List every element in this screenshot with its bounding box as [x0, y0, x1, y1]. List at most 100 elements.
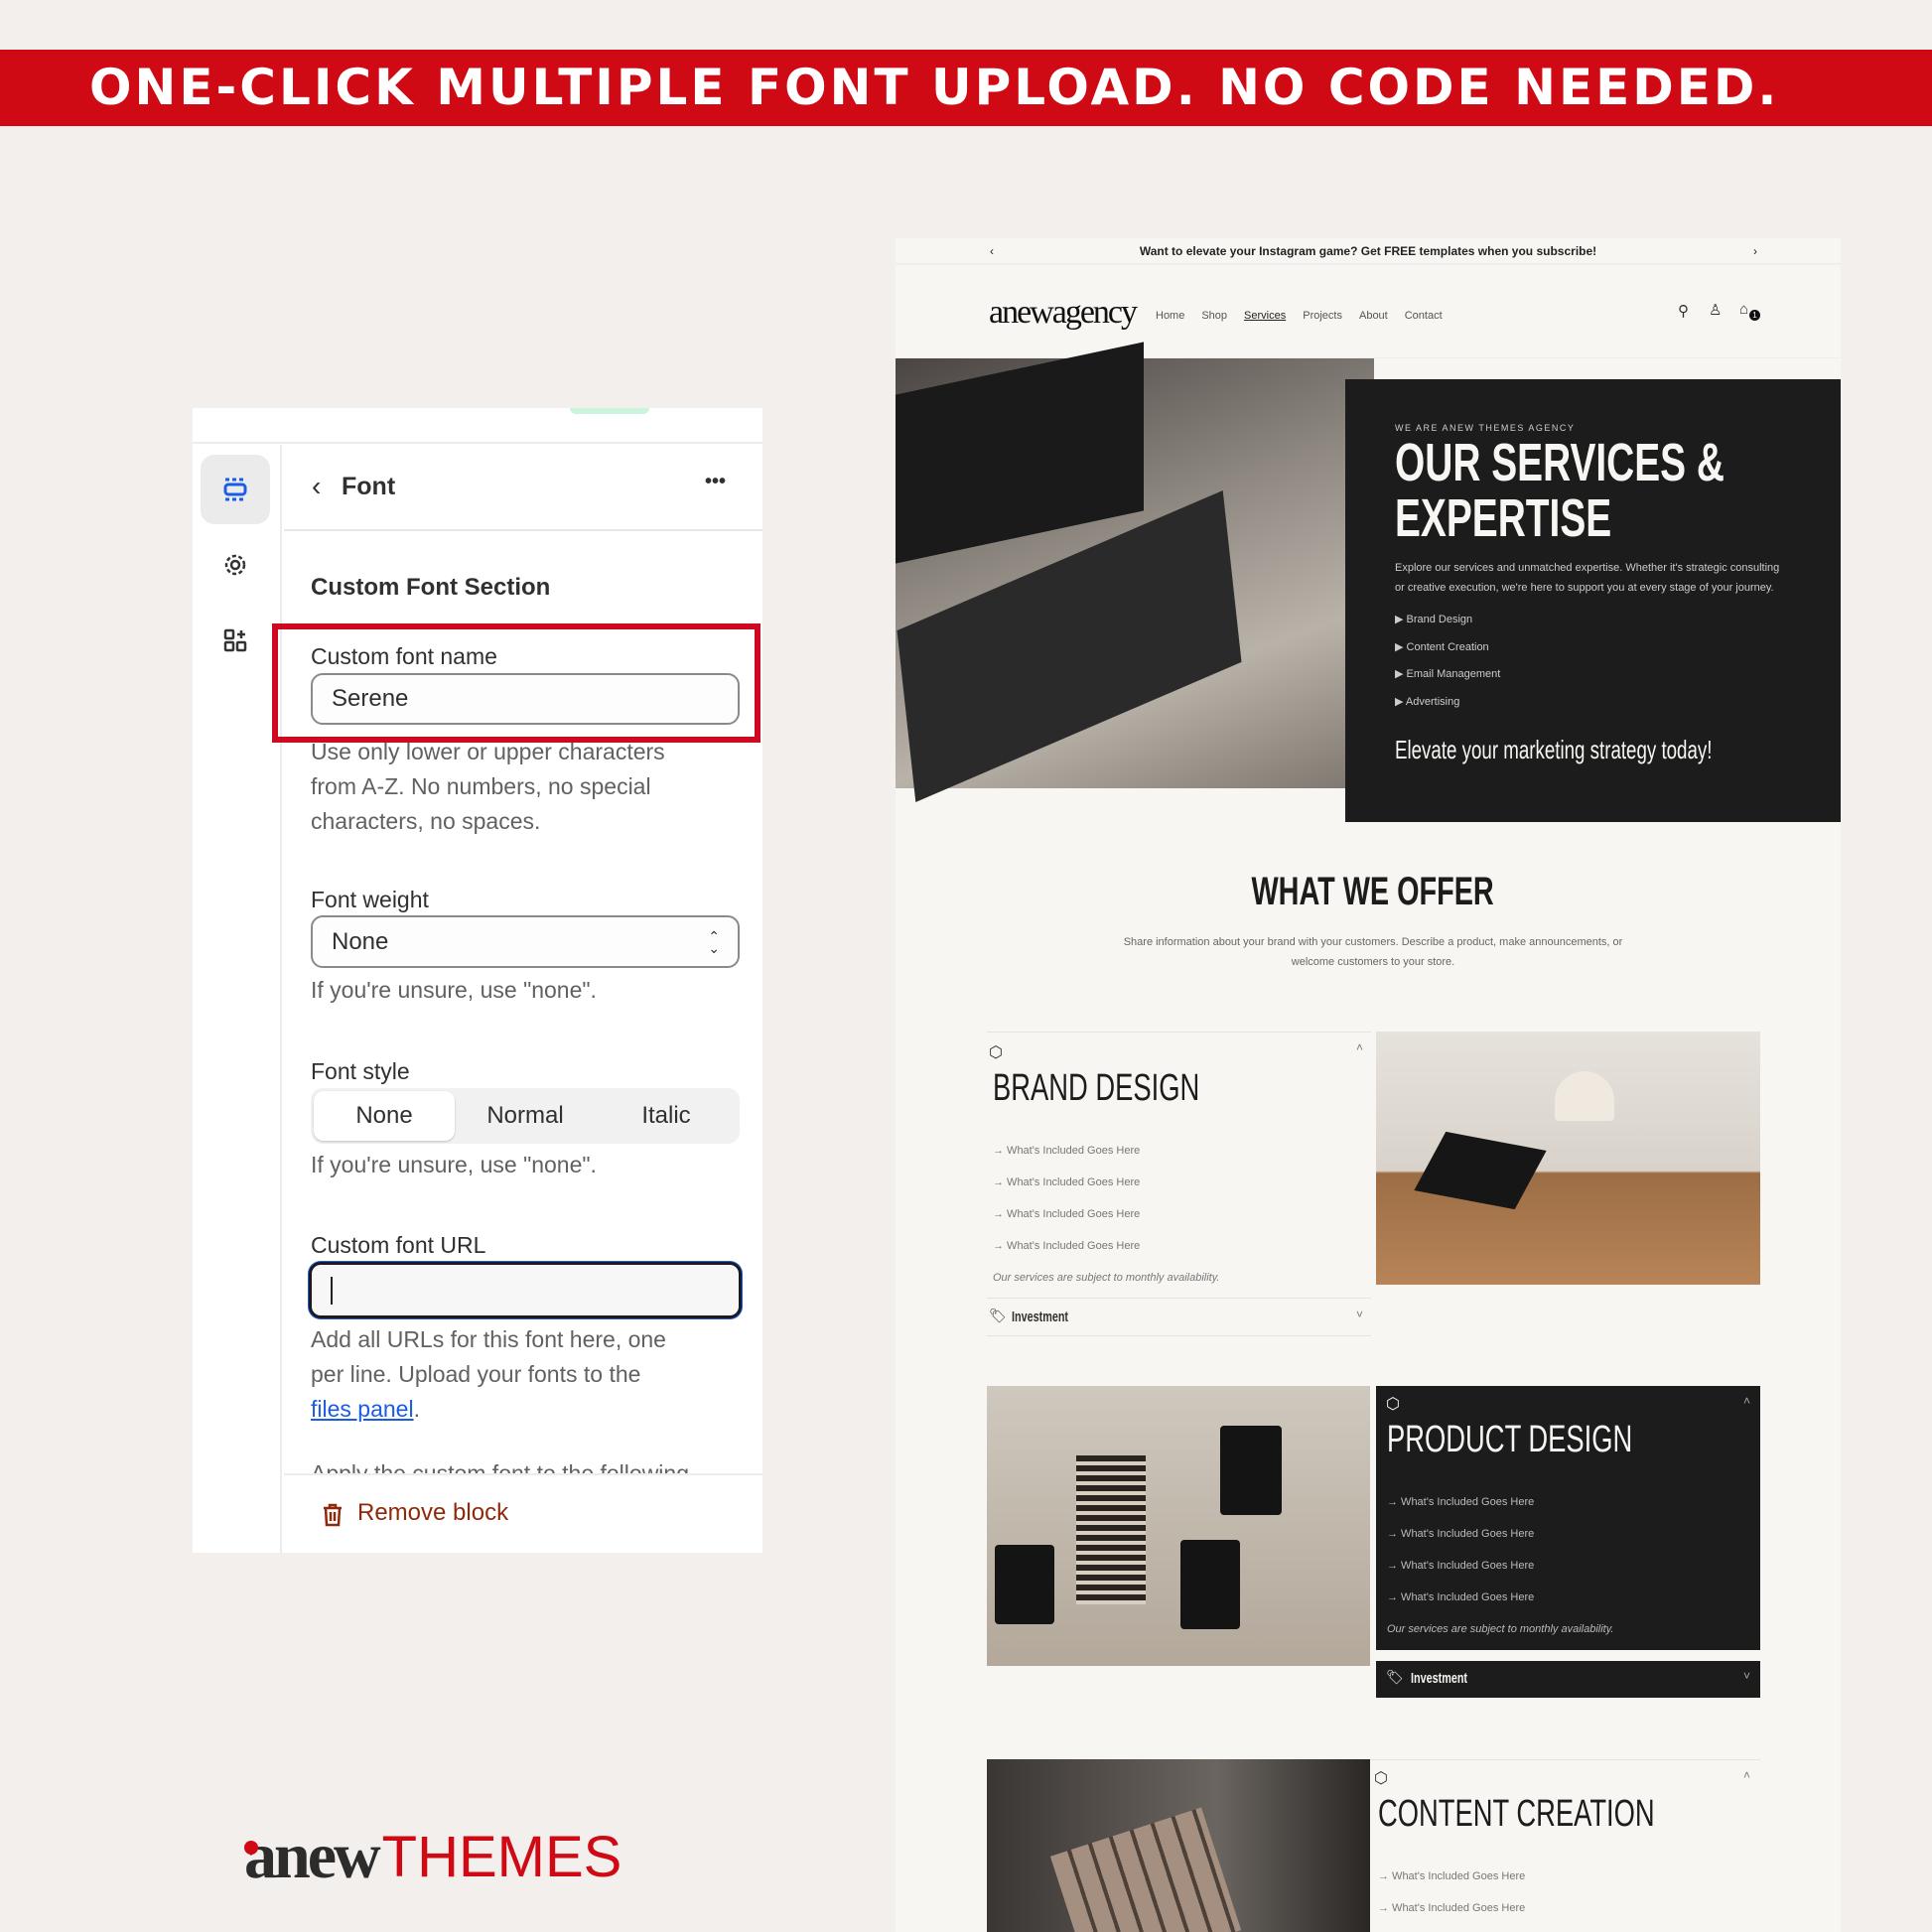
- back-chevron-icon[interactable]: ‹: [312, 471, 321, 502]
- service-item: → What's Included Goes Here: [1378, 1902, 1526, 1914]
- logo-themes: THEMES: [381, 1825, 622, 1889]
- candle-box: [1076, 1455, 1146, 1604]
- files-panel-link[interactable]: files panel: [311, 1396, 414, 1422]
- apps-button[interactable]: [201, 606, 270, 675]
- font-weight-select[interactable]: None ⌃ ⌄: [311, 915, 740, 968]
- search-icon[interactable]: ⚲: [1678, 302, 1689, 320]
- site-logo[interactable]: anewagency: [989, 294, 1138, 332]
- service-title: CONTENT CREATION: [1378, 1793, 1655, 1835]
- next-arrow-icon[interactable]: ›: [1753, 238, 1757, 265]
- list-text: Brand Design: [1406, 614, 1473, 625]
- announcement-bar: ‹ Want to elevate your Instagram game? G…: [896, 238, 1841, 265]
- service-item: → What's Included Goes Here: [1387, 1591, 1535, 1603]
- chevron-up-icon[interactable]: ˄: [1743, 1768, 1750, 1782]
- headline-banner: ONE-CLICK MULTIPLE FONT UPLOAD. NO CODE …: [0, 50, 1932, 126]
- nav-about[interactable]: About: [1359, 310, 1388, 322]
- chevron-up-icon[interactable]: ˄: [1356, 1040, 1363, 1054]
- tablet-shape: [1049, 1807, 1242, 1932]
- help-text: If you're unsure, use "none".: [311, 1152, 597, 1177]
- service-item: → What's Included Goes Here: [993, 1145, 1141, 1157]
- tag-icon: 🏷: [989, 1308, 1007, 1323]
- remove-block-button[interactable]: Remove block: [284, 1473, 762, 1553]
- brand-design-accordion: ⬡ ˄ BRAND DESIGN → What's Included Goes …: [987, 1032, 1371, 1336]
- service-title: BRAND DESIGN: [993, 1067, 1200, 1109]
- nav-shop[interactable]: Shop: [1201, 310, 1227, 322]
- nav-services[interactable]: Services: [1244, 310, 1286, 322]
- anew-themes-logo: anew THEMES: [244, 1823, 622, 1889]
- list-text: Email Management: [1406, 668, 1501, 680]
- headline-text: ONE-CLICK MULTIPLE FONT UPLOAD. NO CODE …: [89, 59, 1780, 116]
- announcement-text: Want to elevate your Instagram game? Get…: [1139, 244, 1597, 258]
- hero-cta: Elevate your marketing strategy today!: [1395, 735, 1713, 764]
- apps-add-icon: [223, 628, 247, 652]
- box-icon: ⬡: [1374, 1770, 1388, 1787]
- trash-icon: [324, 1503, 342, 1527]
- panel-top-bar: [193, 408, 762, 444]
- site-nav: Home Shop Services Projects About Contact: [1156, 306, 1459, 324]
- nav-home[interactable]: Home: [1156, 310, 1184, 322]
- sections-icon: [223, 478, 247, 501]
- editor-sidebar: [193, 445, 282, 1553]
- offer-title: WHAT WE OFFER: [1251, 870, 1495, 913]
- offer-desc: welcome customers to your store.: [1291, 956, 1455, 968]
- investment-label: Investment: [1012, 1309, 1069, 1325]
- style-option-normal[interactable]: Normal: [455, 1091, 596, 1141]
- style-option-italic[interactable]: Italic: [596, 1091, 737, 1141]
- candle-jar: [995, 1545, 1054, 1624]
- font-style-label: Font style: [311, 1058, 410, 1084]
- more-options-button[interactable]: •••: [705, 471, 726, 493]
- nav-projects[interactable]: Projects: [1303, 310, 1342, 322]
- candle-jar: [1180, 1540, 1240, 1629]
- hero-text-box: WE ARE ANEW THEMES AGENCY OUR SERVICES &…: [1345, 379, 1841, 822]
- service-item: → What's Included Goes Here: [993, 1208, 1141, 1220]
- help-text: .: [413, 1396, 420, 1422]
- section-heading: Custom Font Section: [311, 574, 551, 601]
- investment-label: Investment: [1411, 1670, 1468, 1687]
- cart-count-badge: 1: [1749, 310, 1760, 321]
- content-creation-accordion: ⬡ ˄ CONTENT CREATION → What's Included G…: [1370, 1759, 1760, 1932]
- hero-list-item[interactable]: ▶ Email Management: [1395, 661, 1500, 689]
- font-url-label: Custom font URL: [311, 1232, 486, 1258]
- service-title: PRODUCT DESIGN: [1387, 1419, 1633, 1460]
- help-text: If you're unsure, use "none".: [311, 977, 597, 1003]
- font-style-segmented: None Normal Italic: [311, 1088, 740, 1144]
- cart-icon[interactable]: ⌂: [1739, 301, 1748, 318]
- hero-list-item[interactable]: ▶ Advertising: [1395, 689, 1500, 717]
- remove-block-label: Remove block: [357, 1499, 509, 1526]
- hero-list-item[interactable]: ▶ Content Creation: [1395, 634, 1500, 662]
- laptop-screen: [896, 342, 1144, 564]
- sections-button[interactable]: [201, 455, 270, 524]
- theme-editor-panel: ‹ Font ••• Custom Font Section Custom fo…: [193, 408, 762, 1553]
- laptop-shape: [1414, 1131, 1547, 1210]
- gear-icon: [224, 554, 246, 576]
- hero-list-item[interactable]: ▶ Brand Design: [1395, 607, 1500, 634]
- service-note: Our services are subject to monthly avai…: [1387, 1623, 1614, 1635]
- content-creation-image: [987, 1759, 1370, 1932]
- list-text: Content Creation: [1406, 640, 1489, 653]
- style-option-none[interactable]: None: [314, 1091, 455, 1141]
- font-url-input[interactable]: [309, 1262, 742, 1318]
- service-item: → What's Included Goes Here: [993, 1240, 1141, 1252]
- text-cursor: [331, 1276, 333, 1305]
- chevron-up-icon[interactable]: ˄: [1743, 1394, 1750, 1408]
- chevron-down-icon: ˅: [1356, 1308, 1364, 1321]
- prev-arrow-icon[interactable]: ‹: [990, 238, 994, 265]
- service-item: → What's Included Goes Here: [1387, 1496, 1535, 1508]
- box-icon: ⬡: [1386, 1396, 1400, 1413]
- account-icon[interactable]: ♙: [1709, 301, 1722, 319]
- help-text-cutoff: Apply the custom font to the following: [311, 1460, 689, 1473]
- hero-image-laptop: [896, 342, 1374, 803]
- brand-design-image: [1376, 1032, 1760, 1285]
- service-item: → What's Included Goes Here: [1378, 1870, 1526, 1882]
- select-chevrons-icon: ⌃ ⌄: [708, 927, 720, 956]
- investment-toggle[interactable]: 🏷 Investment ˅: [987, 1298, 1371, 1336]
- investment-toggle[interactable]: 🏷 Investment ˅: [1376, 1661, 1760, 1698]
- logo-dot: [244, 1841, 258, 1855]
- settings-button[interactable]: [201, 530, 270, 600]
- help-text: Add all URLs for this font here, one: [311, 1326, 666, 1352]
- hero-desc: or creative execution, we're here to sup…: [1395, 582, 1774, 594]
- service-item: → What's Included Goes Here: [1387, 1528, 1535, 1540]
- nav-contact[interactable]: Contact: [1405, 310, 1443, 322]
- status-pill: [570, 408, 649, 414]
- website-preview: ‹ Want to elevate your Instagram game? G…: [896, 238, 1841, 1932]
